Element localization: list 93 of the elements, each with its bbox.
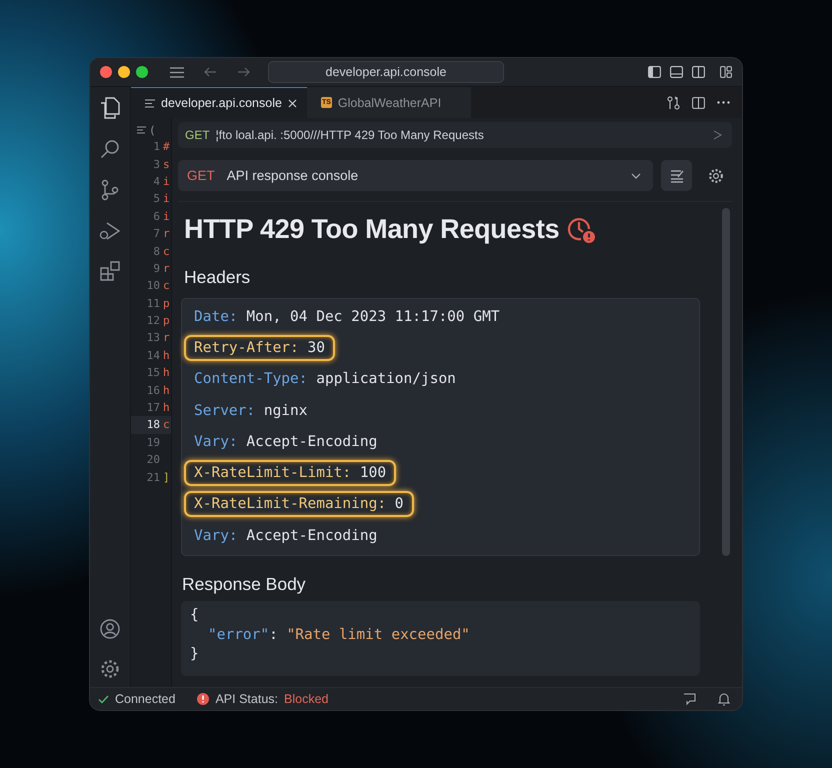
filter-lines-icon	[668, 168, 684, 182]
header-line: Date: Mon, 04 Dec 2023 11:17:00 GMT	[193, 308, 501, 327]
bell-icon[interactable]	[718, 692, 730, 706]
line-number: 21	[146, 470, 160, 484]
line-number: 18	[146, 418, 160, 432]
code-text: c	[163, 418, 170, 432]
header-line: Vary: Accept-Encoding	[193, 432, 378, 452]
files-icon[interactable]	[100, 97, 120, 119]
settings-icon[interactable]	[100, 659, 120, 679]
code-text: h	[163, 401, 170, 414]
scrollbar[interactable]	[722, 208, 730, 556]
close-tab-icon[interactable]	[288, 98, 297, 108]
check-icon	[98, 694, 109, 704]
line-number: 11	[146, 296, 160, 310]
line-number: 17	[146, 401, 160, 414]
code-text: p	[163, 296, 170, 310]
split-layout-icon[interactable]	[692, 66, 705, 78]
line-number: 8	[153, 244, 160, 258]
outline-icon	[137, 126, 146, 134]
code-text: #	[163, 140, 170, 154]
maximize-window-button[interactable]	[136, 66, 148, 78]
method-label: GET	[185, 128, 210, 142]
line-number: 4	[153, 174, 160, 188]
line-number: 15	[146, 366, 160, 380]
run-debug-icon[interactable]	[99, 221, 121, 241]
feedback-icon[interactable]	[683, 692, 696, 706]
close-window-button[interactable]	[100, 66, 112, 78]
more-icon[interactable]	[717, 101, 730, 104]
document-lines-icon	[145, 98, 155, 108]
grid-layout-icon[interactable]	[720, 66, 732, 78]
caret-icon	[631, 172, 641, 178]
menu-icon[interactable]	[170, 66, 184, 78]
section-heading: Headers	[184, 267, 252, 288]
header-line: Retry-After: 30	[184, 334, 335, 361]
forward-arrow-icon[interactable]	[237, 67, 250, 77]
filter-button[interactable]	[661, 160, 692, 191]
code-text: c	[163, 244, 170, 258]
line-number: 7	[153, 227, 160, 240]
section-heading: Response Body	[182, 574, 307, 596]
code-line: {	[190, 607, 200, 626]
compare-changes-icon[interactable]	[667, 96, 680, 110]
header-line: Vary: Accept-Encoding	[193, 526, 378, 546]
connection-status[interactable]: Connected	[98, 692, 176, 706]
header-line: X-RateLimit-Limit: 100	[184, 460, 396, 486]
code-text: s	[163, 158, 170, 171]
source-control-icon[interactable]	[101, 179, 119, 201]
line-number: 6	[153, 210, 160, 223]
line-number: 5	[153, 192, 160, 206]
url-text: ¦fto loal.api. :5000///HTTP 429 Too Many Requests	[216, 128, 485, 142]
code-text: c	[163, 279, 170, 292]
line-number: 12	[146, 314, 160, 328]
code-text: i	[163, 174, 170, 188]
code-text: p	[163, 314, 170, 328]
response-title: HTTP 429 Too Many Requests	[184, 214, 560, 245]
code-text: h	[163, 366, 170, 380]
header-line: Server: nginx	[193, 402, 308, 421]
line-number: 1	[153, 140, 160, 154]
code-text: r	[163, 262, 170, 275]
url-bar[interactable]: GET ¦fto loal.api. :5000///HTTP 429 Too Many Requests	[178, 122, 732, 148]
settings-icon[interactable]	[708, 168, 724, 184]
header-line: X-RateLimit-Remaining: 0	[184, 491, 414, 518]
search-icon[interactable]	[100, 139, 120, 159]
line-number: 9	[153, 262, 160, 275]
code-text: r	[163, 331, 170, 344]
code-line: }	[190, 646, 200, 664]
line-number: 14	[146, 348, 160, 362]
account-icon[interactable]	[100, 619, 120, 639]
api-status-label: API Status:	[215, 692, 278, 706]
extensions-icon[interactable]	[100, 261, 120, 281]
code-text: h	[163, 348, 170, 362]
code-text: ]	[163, 470, 170, 484]
line-number: 13	[146, 331, 160, 344]
line-number: 10	[146, 279, 160, 292]
api-status-value: Blocked	[284, 692, 328, 706]
code-text: h	[163, 384, 170, 397]
line-number: 16	[146, 384, 160, 397]
line-number: 3	[153, 158, 160, 171]
code-line: "error": "Rate limit exceeded"	[207, 626, 471, 645]
address-field[interactable]: developer.api.console	[268, 61, 504, 83]
back-arrow-icon[interactable]	[204, 67, 217, 77]
code-text: i	[163, 192, 170, 206]
minimize-window-button[interactable]	[118, 66, 130, 78]
request-dropdown[interactable]: GET API response console	[178, 160, 653, 191]
split-editor-icon[interactable]	[692, 96, 705, 108]
panel-layout-icon[interactable]	[670, 66, 683, 78]
breadcrumb-text: (	[149, 124, 156, 136]
error-icon	[197, 693, 210, 705]
line-number: 20	[146, 453, 160, 466]
code-text: i	[163, 210, 170, 223]
code-text: r	[163, 227, 170, 240]
line-number: 19	[146, 436, 160, 449]
sidebar-layout-icon[interactable]	[648, 66, 661, 78]
header-line: Content-Type: application/json	[193, 370, 457, 390]
